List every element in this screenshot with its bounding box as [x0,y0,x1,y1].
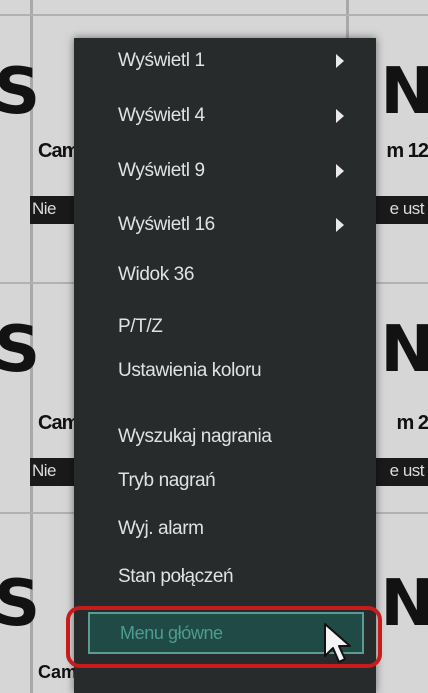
menu-item-label: Wyświetl 4 [118,105,205,126]
menu-item-label: Widok 36 [118,264,195,285]
menu-item-view-36[interactable]: Widok 36 [74,256,376,294]
menu-item-label: Wyj. alarm [118,518,204,539]
tile-letter: S [0,55,41,129]
menu-item-connection-status[interactable]: Stan połączeń [74,558,376,596]
camera-name-label: Cam [38,412,79,434]
status-text: e ust [389,199,425,218]
camera-name-label: m 2 [396,412,428,434]
menu-item-search-recordings[interactable]: Wyszukaj nagrania [74,418,376,456]
submenu-arrow-icon [336,109,344,123]
menu-item-label: Wyszukaj nagrania [118,426,272,447]
context-menu: Wyświetl 1 Wyświetl 4 Wyświetl 9 Wyświet… [74,38,376,693]
status-text: Nie [32,199,57,218]
tile-letter: N [380,313,428,387]
menu-item-label: Stan połączeń [118,566,234,587]
camera-name-label: m 12 [386,140,428,162]
submenu-arrow-icon [336,218,344,232]
status-text: e ust [389,461,425,480]
submenu-arrow-icon [336,54,344,68]
menu-item-record-mode[interactable]: Tryb nagrań [74,462,376,500]
menu-item-display-1[interactable]: Wyświetl 1 [74,42,376,80]
menu-item-label: Tryb nagrań [118,470,216,491]
menu-item-label: Wyświetl 1 [118,50,205,71]
grid-divider [0,14,428,16]
tile-letter: S [0,313,41,387]
menu-item-label: Wyświetl 9 [118,160,205,181]
menu-item-ptz[interactable]: P/T/Z [74,308,376,346]
status-text: Nie [32,461,57,480]
submenu-arrow-icon [336,164,344,178]
camera-name-label: Cam [38,140,79,162]
menu-item-label: Wyświetl 16 [118,214,215,235]
tile-letter: N [380,55,428,129]
mouse-cursor-icon [324,623,351,663]
menu-item-display-16[interactable]: Wyświetl 16 [74,206,376,244]
menu-item-display-9[interactable]: Wyświetl 9 [74,152,376,190]
menu-item-alarm-output[interactable]: Wyj. alarm [74,510,376,548]
menu-item-display-4[interactable]: Wyświetl 4 [74,97,376,135]
menu-item-label: Ustawienia koloru [118,360,262,381]
menu-item-label: P/T/Z [118,316,163,337]
tile-letter: S [0,567,41,641]
tile-letter: N [380,567,428,641]
menu-item-color-settings[interactable]: Ustawienia koloru [74,352,376,390]
